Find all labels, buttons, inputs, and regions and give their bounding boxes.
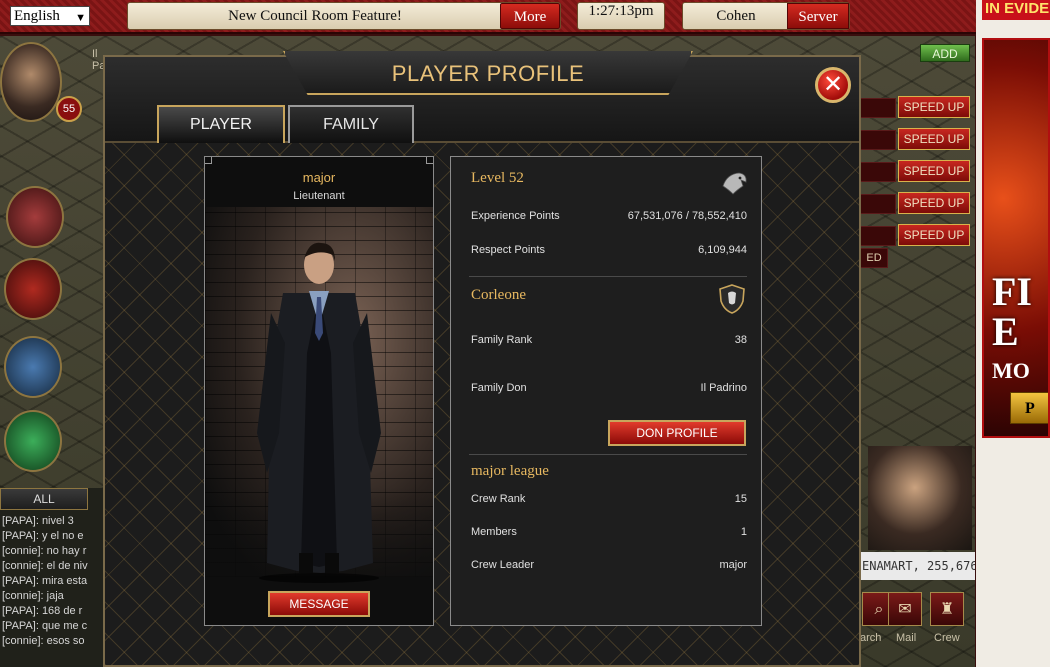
chat-lines: [PAPA]: nivel 3 [PAPA]: y el no e [conni… — [2, 514, 88, 649]
job-slot — [860, 226, 896, 246]
language-select[interactable]: English ▼ — [10, 6, 90, 26]
server-button[interactable]: Server — [787, 3, 849, 29]
add-button[interactable]: ADD — [920, 44, 970, 62]
character-figure — [257, 242, 381, 583]
respect-value: 6,109,944 — [698, 244, 747, 256]
character-icon[interactable] — [6, 186, 64, 248]
respect-label: Respect Points — [471, 244, 545, 256]
job-slot — [860, 194, 896, 214]
building-icon[interactable] — [4, 258, 62, 320]
family-don-value: Il Padrino — [700, 382, 747, 394]
mail-icon[interactable]: ✉ — [888, 592, 922, 626]
more-button[interactable]: More — [500, 3, 560, 29]
chat-line: [PAPA]: nivel 3 — [2, 515, 74, 527]
members-row: Members 1 — [471, 526, 747, 538]
speed-up-button[interactable]: SPEED UP — [898, 128, 970, 150]
crew-rank-label: Crew Rank — [471, 493, 526, 505]
family-crest-icon — [719, 284, 745, 314]
chat-line: [connie]: no hay r — [2, 545, 87, 557]
chat-line: [connie]: el de niv — [2, 560, 88, 572]
news-bar: New Council Room Feature! More — [127, 2, 561, 30]
nav-label-crew: Crew — [934, 632, 960, 644]
xp-value: 67,531,076 / 78,552,410 — [627, 210, 747, 222]
crew-leader-label: Crew Leader — [471, 559, 534, 571]
server-box: Cohen Server — [682, 2, 850, 30]
speed-up-button[interactable]: SPEED UP — [898, 160, 970, 182]
crew-leader-value: major — [719, 559, 747, 571]
speed-up-button[interactable]: SPEED UP — [898, 96, 970, 118]
chat-tab-all[interactable]: ALL — [0, 488, 88, 510]
family-rank-row: Family Rank 38 — [471, 334, 747, 346]
city-icon[interactable] — [4, 336, 62, 398]
members-label: Members — [471, 526, 517, 538]
news-text: New Council Room Feature! — [228, 8, 402, 24]
chat-line: [PAPA]: mira esta — [2, 575, 88, 587]
family-don-row: Family Don Il Padrino — [471, 382, 747, 394]
partial-label: ED — [860, 248, 888, 268]
ad-headline: FI E — [992, 269, 1032, 354]
divider — [469, 454, 747, 455]
corner-ornament — [205, 157, 212, 164]
speed-up-button[interactable]: SPEED UP — [898, 224, 970, 246]
xp-label: Experience Points — [471, 210, 560, 222]
family-rank-label: Family Rank — [471, 334, 533, 346]
job-slot — [860, 130, 896, 150]
modal-header: PLAYER PROFILE ✕ PLAYER FAMILY — [105, 51, 859, 143]
player-rank: Lieutenant — [293, 190, 345, 202]
language-value: English — [14, 8, 60, 24]
player-level: Level 52 — [471, 170, 524, 186]
crew-name: major league — [471, 463, 549, 479]
crew-leader-row: Crew Leader major — [471, 559, 747, 571]
tab-player[interactable]: PLAYER — [157, 105, 285, 143]
top-bar: English ▼ New Council Room Feature! More… — [0, 0, 980, 34]
player-name: major — [302, 170, 336, 185]
stats-card: Level 52 Experience Points 67,531,076 / … — [450, 156, 762, 626]
crew-rank-row: Crew Rank 15 — [471, 493, 747, 505]
tab-family[interactable]: FAMILY — [288, 105, 414, 143]
family-don-label: Family Don — [471, 382, 527, 394]
chat-line: [connie]: jaja — [2, 590, 64, 602]
don-profile-button[interactable]: DON PROFILE — [608, 420, 746, 446]
ad-panel: IN EVIDE FI E MO P — [976, 0, 1050, 667]
close-button[interactable]: ✕ — [815, 67, 851, 103]
chat-line: [PAPA]: y el no e — [2, 530, 84, 542]
respect-row: Respect Points 6,109,944 — [471, 244, 747, 256]
player-avatar[interactable] — [0, 42, 62, 122]
job-slot — [860, 162, 896, 182]
divider — [469, 276, 747, 277]
chevron-down-icon: ▼ — [75, 12, 86, 24]
chat-panel: ALL [PAPA]: nivel 3 [PAPA]: y el no e [c… — [0, 488, 104, 667]
nav-label-search: arch — [860, 632, 882, 644]
chat-line: [PAPA]: 168 de r — [2, 605, 83, 617]
ad-banner[interactable]: FI E MO P — [982, 38, 1050, 438]
crew-icon[interactable]: ♜ — [930, 592, 964, 626]
eagle-icon — [722, 172, 747, 195]
server-name: Cohen — [716, 8, 756, 24]
members-value: 1 — [740, 526, 747, 538]
ad-subline: MO — [992, 358, 1030, 383]
player-card: major Lieutenant MESSAGE — [204, 156, 434, 626]
nav-label-mail: Mail — [896, 632, 917, 644]
family-rank-value: 38 — [734, 334, 747, 346]
modal-title: PLAYER PROFILE — [391, 61, 585, 86]
ad-header[interactable]: IN EVIDE — [982, 0, 1050, 20]
player-profile-modal: PLAYER PROFILE ✕ PLAYER FAMILY major Lie… — [103, 51, 861, 667]
level-badge: 55 — [56, 96, 82, 122]
job-slot — [860, 98, 896, 118]
bank-icon[interactable] — [4, 410, 62, 472]
ad-play-button[interactable]: P — [1010, 392, 1048, 424]
game-clock: 1:27:13pm — [577, 2, 665, 30]
close-icon: ✕ — [822, 70, 844, 98]
news-ticker: ENAMART, 255,676 — [860, 552, 975, 580]
speed-up-button[interactable]: SPEED UP — [898, 192, 970, 214]
message-button[interactable]: MESSAGE — [268, 591, 370, 617]
chat-line: [connie]: esos so — [2, 635, 85, 647]
crew-rank-value: 15 — [734, 493, 747, 505]
chat-line: [PAPA]: que me c — [2, 620, 88, 632]
corner-ornament — [426, 157, 433, 164]
advisor-portrait[interactable] — [868, 446, 972, 550]
xp-row: Experience Points 67,531,076 / 78,552,41… — [471, 210, 747, 222]
family-name: Corleone — [471, 287, 526, 303]
